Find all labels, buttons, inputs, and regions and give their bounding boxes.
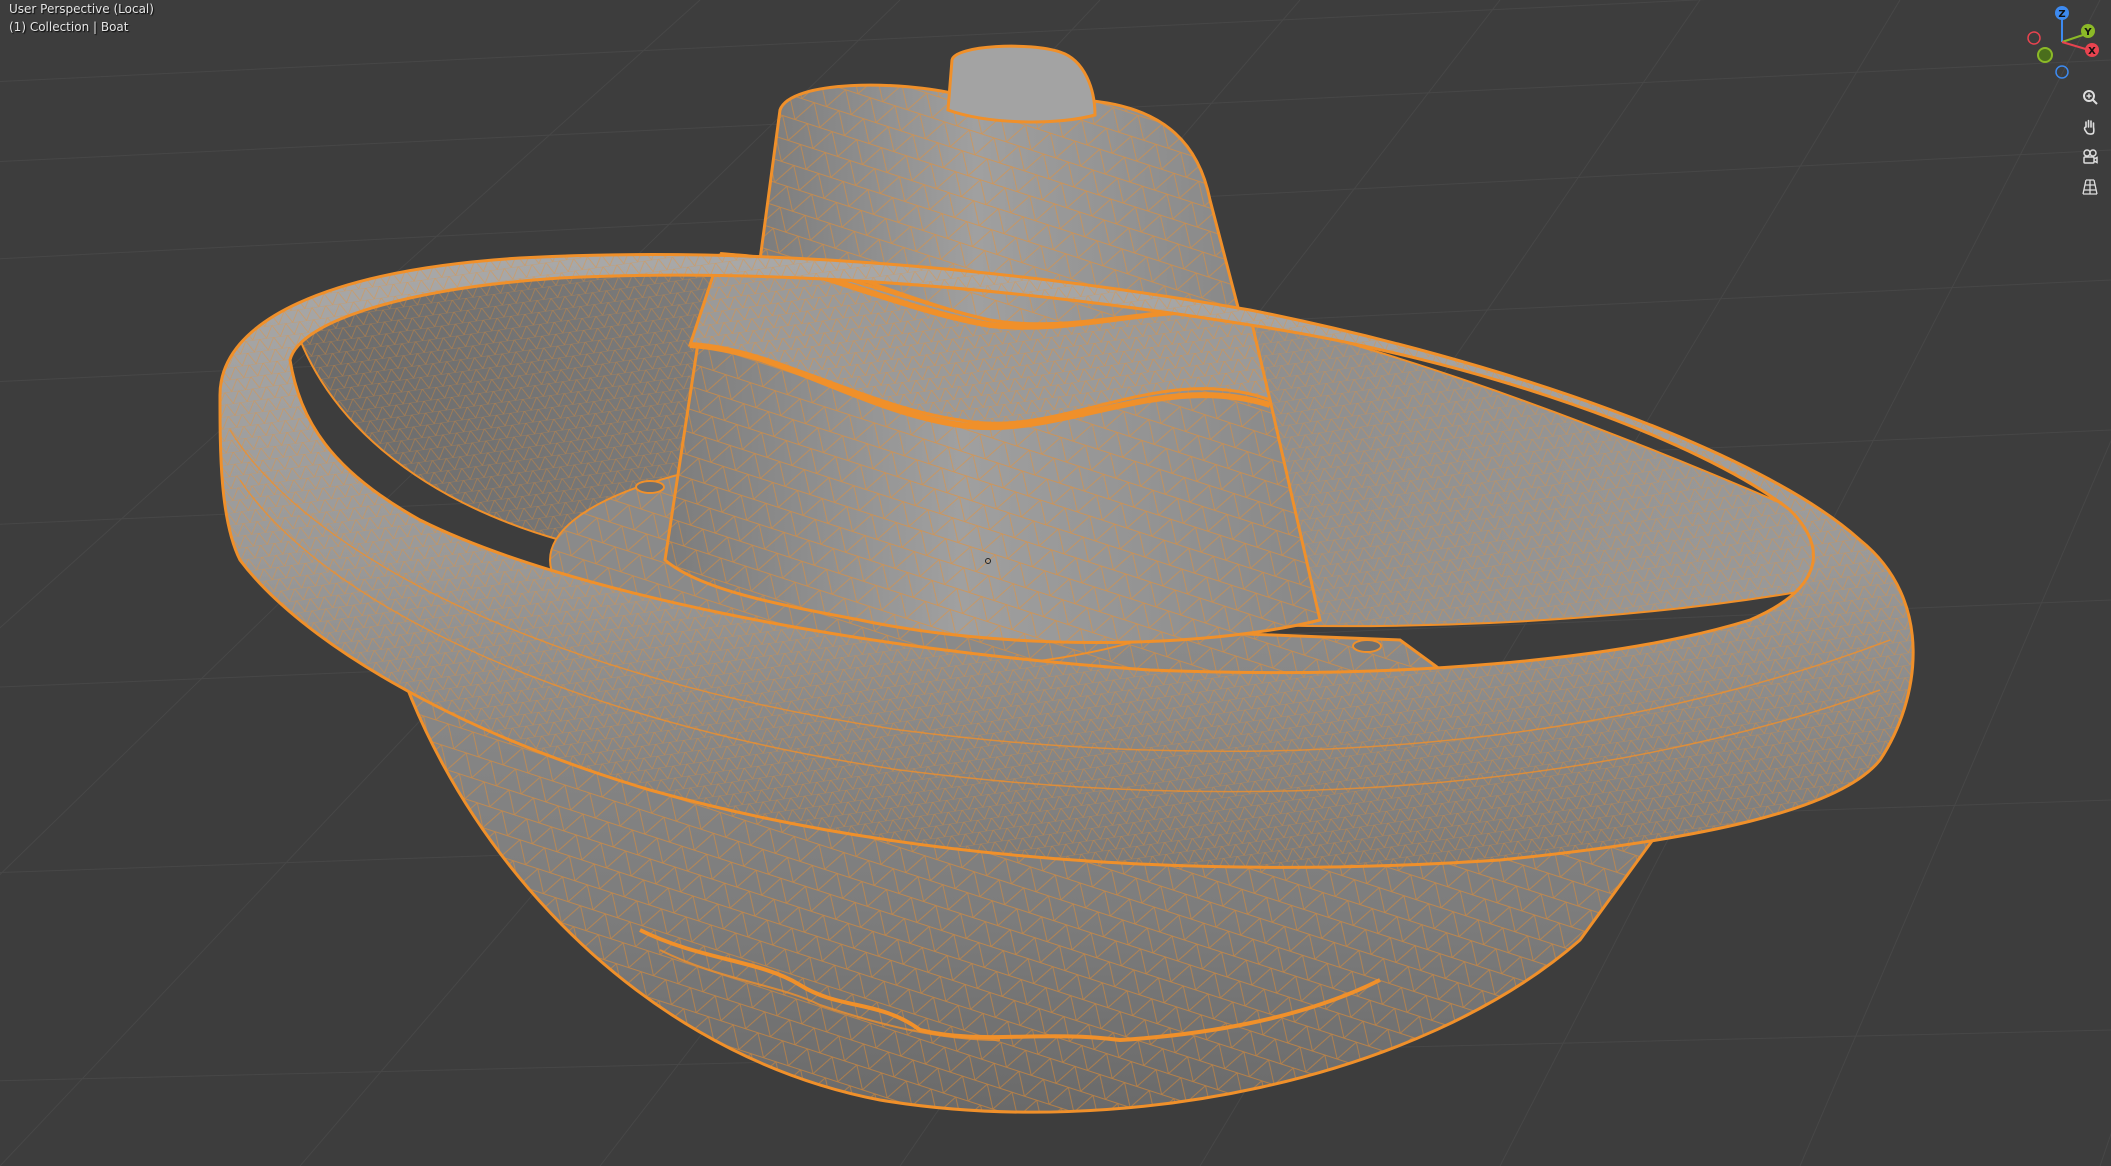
navigation-gizmo[interactable]: Z Y X [2015, 0, 2111, 90]
zoom-button[interactable] [2075, 84, 2105, 110]
pan-button[interactable] [2075, 114, 2105, 140]
collection-object-label: (1) Collection | Boat [9, 20, 129, 34]
gizmo-neg-y-axis [2037, 47, 2053, 63]
perspective-toggle-button[interactable] [2075, 174, 2105, 200]
hand-pan-icon [2083, 119, 2095, 135]
gizmo-y-label: Y [2083, 27, 2092, 38]
view-perspective-label: User Perspective (Local) [9, 2, 154, 16]
grid-perspective-icon [2082, 179, 2098, 195]
camera-view-icon [2083, 149, 2098, 164]
camera-view-button[interactable] [2075, 144, 2105, 170]
gizmo-neg-x-axis [2027, 31, 2041, 45]
gizmo-neg-z-axis [2055, 65, 2069, 79]
boat-cabin [663, 44, 1322, 644]
3d-viewport[interactable] [0, 0, 2111, 1166]
gizmo-x-label: X [2088, 46, 2096, 57]
gizmo-z-label: Z [2058, 9, 2065, 20]
zoom-icon [2083, 90, 2098, 105]
